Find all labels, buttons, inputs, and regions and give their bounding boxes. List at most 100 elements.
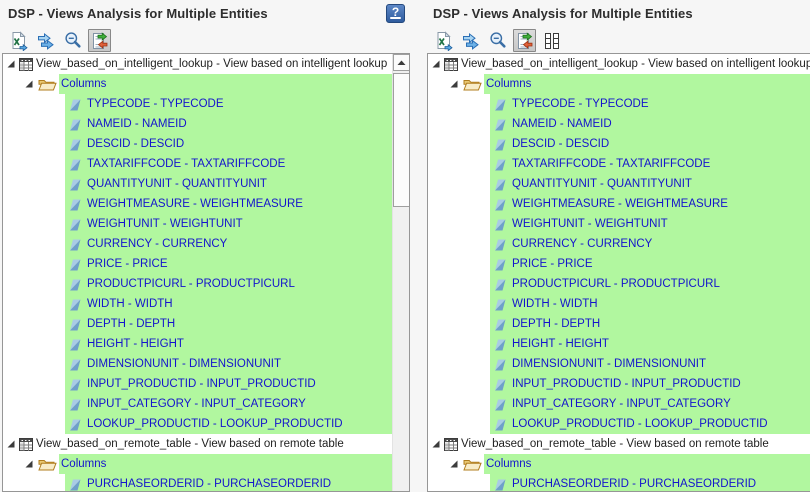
tree-row-column[interactable]: PRICE - PRICE [3, 254, 392, 274]
tree-row-column[interactable]: PRODUCTPICURL - PRODUCTPICURL [428, 274, 810, 294]
tree-row-column[interactable]: QUANTITYUNIT - QUANTITYUNIT [3, 174, 392, 194]
right-panel: DSP - Views Analysis for Multiple Entiti… [425, 0, 810, 492]
tree-row-view[interactable]: View_based_on_remote_table - View based … [3, 434, 392, 454]
tree-row-column[interactable]: CURRENCY - CURRENCY [428, 234, 810, 254]
column-icon [494, 338, 506, 351]
expander-icon[interactable] [6, 59, 16, 69]
tree-row-label: INPUT_PRODUCTID - INPUT_PRODUCTID [512, 378, 741, 390]
tree-row-column[interactable]: WEIGHTMEASURE - WEIGHTMEASURE [428, 194, 810, 214]
detail-view-toggle-button[interactable] [88, 29, 111, 52]
column-icon [494, 398, 506, 411]
export-to-excel-button[interactable] [432, 29, 455, 52]
tree-row-folder[interactable]: Columns [3, 454, 392, 474]
tree-row-folder[interactable]: Columns [428, 74, 810, 94]
scrollbar-up-button[interactable] [393, 54, 410, 71]
tree-row-folder[interactable]: Columns [3, 74, 392, 94]
tree-row-label: WEIGHTUNIT - WEIGHTUNIT [87, 218, 243, 230]
tree-row-column[interactable]: HEIGHT - HEIGHT [3, 334, 392, 354]
highlight-band: DESCID - DESCID [490, 134, 810, 154]
highlight-band: WIDTH - WIDTH [65, 294, 392, 314]
highlight-band: Columns [484, 74, 810, 94]
column-icon [69, 138, 81, 151]
tree-row-column[interactable]: INPUT_CATEGORY - INPUT_CATEGORY [428, 394, 810, 414]
tree-row-view[interactable]: View_based_on_remote_table - View based … [428, 434, 810, 454]
detail-view-toggle-button[interactable] [513, 29, 536, 52]
tree-row-column[interactable]: WEIGHTMEASURE - WEIGHTMEASURE [3, 194, 392, 214]
tree-row-column[interactable]: WIDTH - WIDTH [3, 294, 392, 314]
highlight-band: PURCHASEORDERID - PURCHASEORDERID [65, 474, 392, 492]
highlight-band: CURRENCY - CURRENCY [490, 234, 810, 254]
tree-row-column[interactable]: DIMENSIONUNIT - DIMENSIONUNIT [428, 354, 810, 374]
tree-row-column[interactable]: NAMEID - NAMEID [428, 114, 810, 134]
tree-row-column[interactable]: DEPTH - DEPTH [3, 314, 392, 334]
highlight-band: Columns [59, 74, 392, 94]
tree-row-label: TAXTARIFFCODE - TAXTARIFFCODE [512, 158, 710, 170]
tile-vertical-button[interactable] [540, 29, 563, 52]
scrollbar-thumb[interactable] [393, 73, 410, 207]
expander-icon[interactable] [431, 439, 441, 449]
tree-row-column[interactable]: WIDTH - WIDTH [428, 294, 810, 314]
tree-row-column[interactable]: PURCHASEORDERID - PURCHASEORDERID [428, 474, 810, 492]
highlight-band: WEIGHTUNIT - WEIGHTUNIT [65, 214, 392, 234]
zoom-out-button[interactable] [486, 29, 509, 52]
expander-icon[interactable] [24, 79, 34, 89]
export-to-excel-button[interactable] [7, 29, 30, 52]
tree-row-label: TAXTARIFFCODE - TAXTARIFFCODE [87, 158, 285, 170]
left-panel: DSP - Views Analysis for Multiple Entiti… [0, 0, 416, 492]
column-icon [69, 278, 81, 291]
tree-row-column[interactable]: WEIGHTUNIT - WEIGHTUNIT [3, 214, 392, 234]
tree-row-column[interactable]: TAXTARIFFCODE - TAXTARIFFCODE [428, 154, 810, 174]
tree-row-label: DESCID - DESCID [87, 138, 184, 150]
expander-icon[interactable] [449, 459, 459, 469]
tree-row-column[interactable]: CURRENCY - CURRENCY [3, 234, 392, 254]
vertical-scrollbar[interactable] [392, 54, 409, 491]
expander-icon[interactable] [431, 59, 441, 69]
tree-row-column[interactable]: PRICE - PRICE [428, 254, 810, 274]
tree-row-column[interactable]: INPUT_CATEGORY - INPUT_CATEGORY [3, 394, 392, 414]
tree-row-column[interactable]: INPUT_PRODUCTID - INPUT_PRODUCTID [428, 374, 810, 394]
column-icon [494, 178, 506, 191]
tree-row-folder[interactable]: Columns [428, 454, 810, 474]
transfer-arrows-button[interactable] [459, 29, 482, 52]
highlight-band: DESCID - DESCID [65, 134, 392, 154]
zoom-out-button[interactable] [61, 29, 84, 52]
folder-open-icon [463, 77, 482, 91]
help-icon[interactable]: ? [386, 4, 405, 23]
tree-row-column[interactable]: DESCID - DESCID [428, 134, 810, 154]
tree-row-view[interactable]: View_based_on_intelligent_lookup - View … [3, 54, 392, 74]
column-icon [494, 258, 506, 271]
tree-row-column[interactable]: PRODUCTPICURL - PRODUCTPICURL [3, 274, 392, 294]
highlight-band: PURCHASEORDERID - PURCHASEORDERID [490, 474, 810, 492]
tree-row-column[interactable]: HEIGHT - HEIGHT [428, 334, 810, 354]
tree-row-column[interactable]: LOOKUP_PRODUCTID - LOOKUP_PRODUCTID [428, 414, 810, 434]
expander-icon[interactable] [6, 439, 16, 449]
tree-row-column[interactable]: NAMEID - NAMEID [3, 114, 392, 134]
column-icon [494, 198, 506, 211]
tree-row-column[interactable]: TYPECODE - TYPECODE [428, 94, 810, 114]
tree-row-column[interactable]: TAXTARIFFCODE - TAXTARIFFCODE [3, 154, 392, 174]
tree-row-column[interactable]: INPUT_PRODUCTID - INPUT_PRODUCTID [3, 374, 392, 394]
column-icon [494, 238, 506, 251]
highlight-band: HEIGHT - HEIGHT [65, 334, 392, 354]
tree-row-view[interactable]: View_based_on_intelligent_lookup - View … [428, 54, 810, 74]
transfer-arrows-button[interactable] [34, 29, 57, 52]
highlight-band: Columns [59, 454, 392, 474]
tree-row-column[interactable]: DESCID - DESCID [3, 134, 392, 154]
tree-row-column[interactable]: DIMENSIONUNIT - DIMENSIONUNIT [3, 354, 392, 374]
tree-row-column[interactable]: QUANTITYUNIT - QUANTITYUNIT [428, 174, 810, 194]
tree-row-column[interactable]: WEIGHTUNIT - WEIGHTUNIT [428, 214, 810, 234]
tree-row-label: DIMENSIONUNIT - DIMENSIONUNIT [87, 358, 281, 370]
column-icon [494, 478, 506, 491]
expander-icon[interactable] [449, 79, 459, 89]
tree-row-label: PRICE - PRICE [512, 258, 593, 270]
highlight-band: DIMENSIONUNIT - DIMENSIONUNIT [65, 354, 392, 374]
tree-row-column[interactable]: LOOKUP_PRODUCTID - LOOKUP_PRODUCTID [3, 414, 392, 434]
highlight-band: CURRENCY - CURRENCY [65, 234, 392, 254]
column-icon [69, 418, 81, 431]
highlight-band: TYPECODE - TYPECODE [490, 94, 810, 114]
tree-row-column[interactable]: DEPTH - DEPTH [428, 314, 810, 334]
column-icon [494, 158, 506, 171]
tree-row-column[interactable]: PURCHASEORDERID - PURCHASEORDERID [3, 474, 392, 492]
expander-icon[interactable] [24, 459, 34, 469]
tree-row-column[interactable]: TYPECODE - TYPECODE [3, 94, 392, 114]
